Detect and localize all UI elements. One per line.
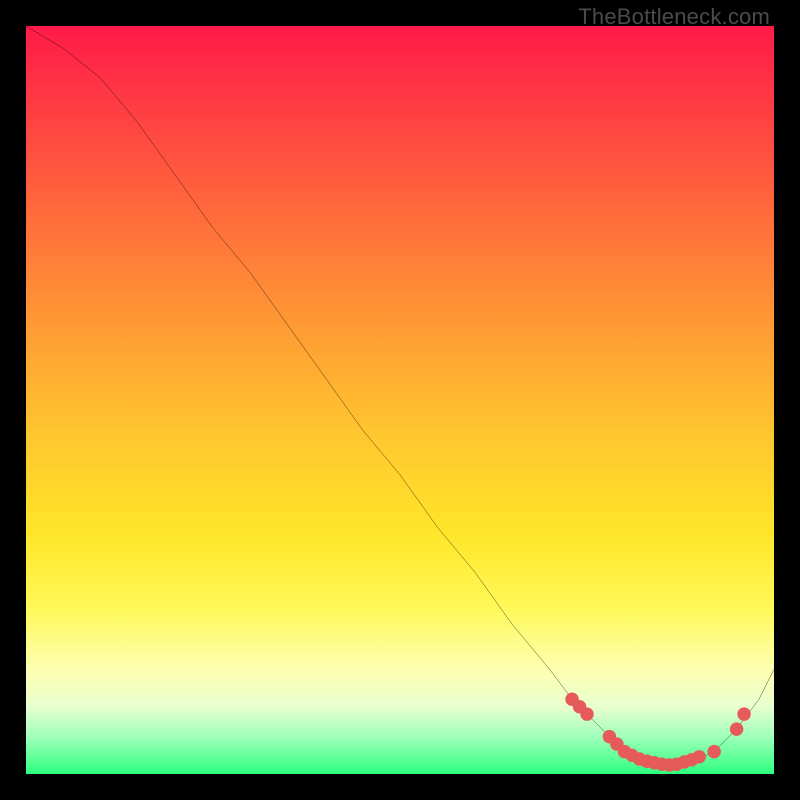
- marker-point: [692, 750, 705, 763]
- plot-area: [26, 26, 774, 774]
- marker-point: [730, 722, 743, 735]
- curve-svg: [26, 26, 774, 774]
- marker-point: [707, 745, 720, 758]
- bottleneck-curve: [26, 26, 774, 767]
- chart-frame: TheBottleneck.com: [0, 0, 800, 800]
- highlighted-points: [565, 692, 751, 771]
- marker-point: [580, 707, 593, 720]
- marker-point: [737, 707, 750, 720]
